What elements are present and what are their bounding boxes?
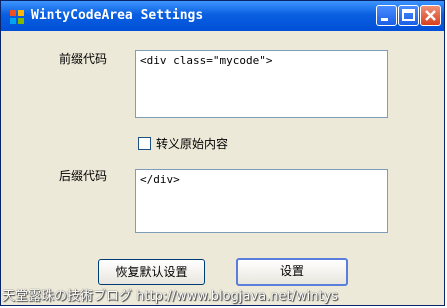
prefix-code-input[interactable]: <div class="mycode"> [135, 50, 388, 118]
apply-settings-button[interactable]: 设置 [236, 258, 348, 286]
minimize-button[interactable] [376, 5, 397, 26]
escape-content-label[interactable]: 转义原始内容 [156, 135, 228, 152]
close-button[interactable] [420, 5, 441, 26]
app-icon [9, 9, 25, 25]
minimize-icon [381, 18, 388, 21]
suffix-code-input[interactable]: </div> [135, 169, 388, 233]
window-title: WintyCodeArea Settings [31, 8, 204, 23]
maximize-button[interactable] [398, 5, 419, 26]
escape-content-checkbox[interactable] [138, 137, 151, 150]
blog-watermark: 天堂露珠の技術ブログ http://www.blogjava.net/winty… [2, 289, 338, 304]
prefix-code-label: 前缀代码 [59, 52, 108, 66]
title-bar[interactable]: WintyCodeArea Settings [1, 1, 444, 31]
maximize-icon [402, 9, 415, 21]
close-icon [425, 10, 436, 21]
settings-window: WintyCodeArea Settings 前缀代码 <div class="… [0, 0, 445, 306]
restore-defaults-button[interactable]: 恢复默认设置 [98, 259, 205, 285]
suffix-code-label: 后缀代码 [59, 169, 108, 183]
